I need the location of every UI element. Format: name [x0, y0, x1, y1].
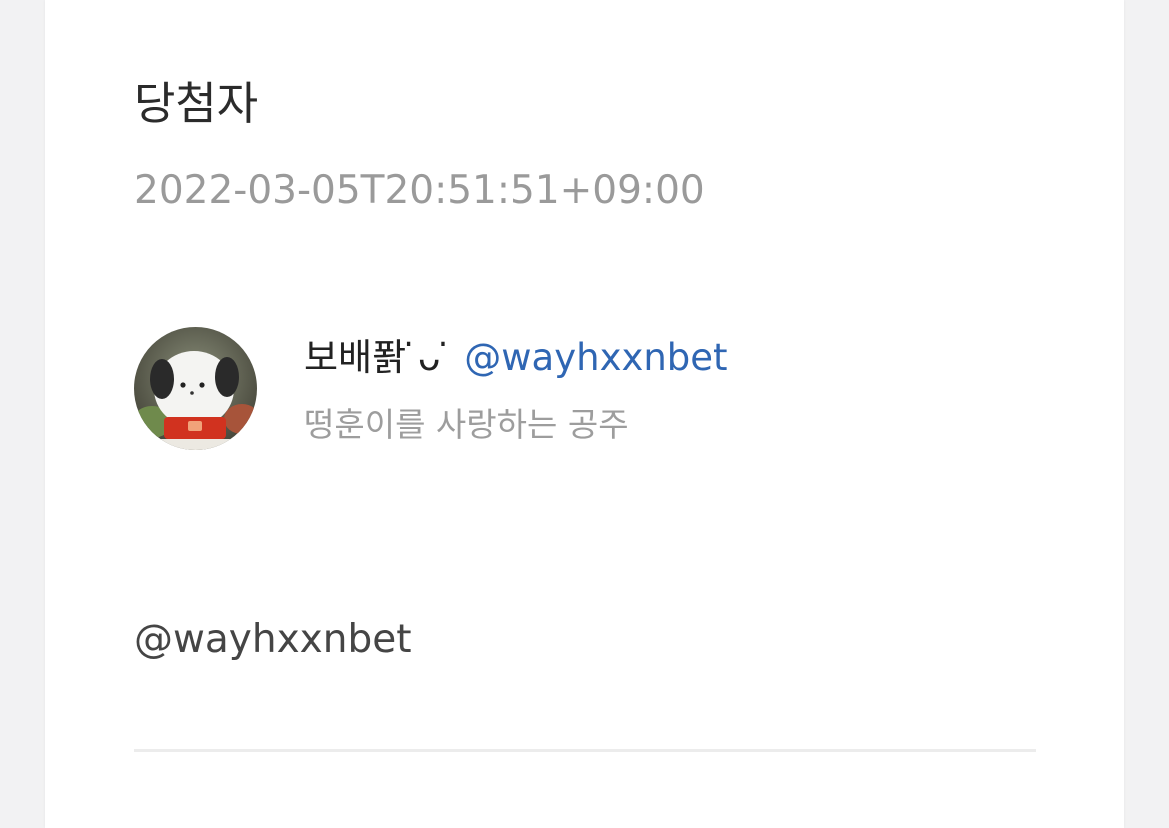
display-name[interactable]: 보배퐑 ̇ᴗ ̇: [304, 336, 452, 379]
winner-card: 당첨자 2022-03-05T20:51:51+09:00 보배퐑 ̇ᴗ ̇ @…: [45, 0, 1124, 828]
card-title: 당첨자: [134, 77, 259, 130]
avatar[interactable]: [134, 327, 257, 450]
mention-text: @wayhxxnbet: [134, 617, 412, 662]
handle-link[interactable]: @wayhxxnbet: [464, 336, 727, 379]
divider: [134, 749, 1036, 752]
timestamp: 2022-03-05T20:51:51+09:00: [134, 168, 705, 213]
profile-name-line: 보배퐑 ̇ᴗ ̇ @wayhxxnbet: [304, 334, 728, 382]
profile-bio: 떵훈이를 사랑하는 공주: [304, 405, 629, 444]
